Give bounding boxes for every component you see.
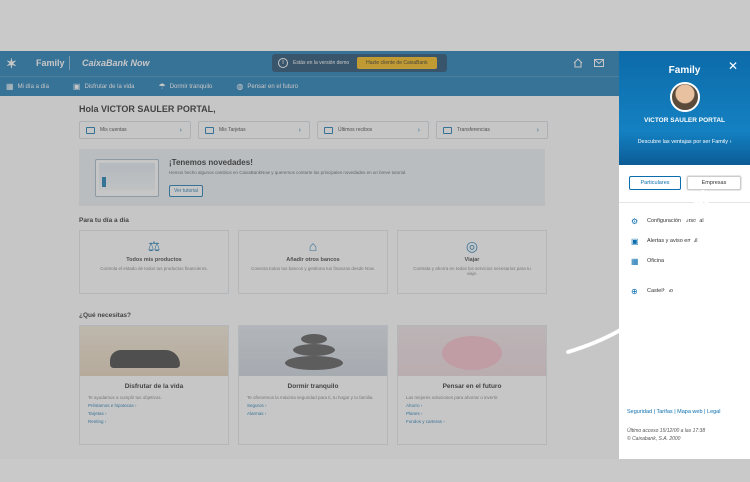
app-frame: ✶ Family CaixaBank Now i Estás en la ver… (0, 51, 750, 459)
close-icon[interactable]: ✕ (728, 59, 738, 73)
family-benefits-label: Descubre las ventajas por ser Family (637, 139, 729, 145)
menu-item-label: Alertas y aviso email (647, 238, 698, 244)
menu-item-label: Configuración personal (647, 218, 704, 224)
building-icon: ▦ (631, 256, 639, 266)
gear-icon: ⚙ (631, 216, 639, 226)
profile-switcher: Particulares Empresas (619, 165, 750, 190)
particulares-button[interactable]: Particulares (629, 176, 681, 190)
side-panel: Family ✕ VICTOR SAULER PORTAL Descubre l… (619, 51, 750, 459)
user-name: VICTOR SAULER PORTAL (643, 117, 725, 124)
menu-item-label: Oficina (647, 258, 665, 264)
empresas-button[interactable]: Empresas (687, 176, 741, 190)
menu-item-alerts[interactable]: ▣ Alertas y aviso email (631, 231, 750, 251)
copyright: © Caixabank, S.A. 2000 (627, 436, 681, 442)
footer-links[interactable]: Seguridad | Tarifas | Mapa web | Legal (627, 409, 720, 415)
bell-icon: ▣ (631, 236, 639, 246)
panel-header: Family ✕ VICTOR SAULER PORTAL Descubre l… (619, 51, 750, 165)
modal-overlay[interactable] (0, 51, 619, 459)
menu-item-language[interactable]: ⊕ Castellano (631, 281, 750, 301)
menu-item-office[interactable]: ▦ Oficina (631, 251, 750, 271)
footer-info: Último acceso 15/12/00 a las 17:38 © Cai… (627, 427, 705, 443)
avatar (669, 82, 700, 112)
main-app: ✶ Family CaixaBank Now i Estás en la ver… (0, 51, 619, 459)
menu-item-label: Castellano (647, 288, 673, 294)
menu-item-config[interactable]: ⚙ Configuración personal (631, 211, 750, 231)
globe-icon: ⊕ (631, 286, 638, 296)
last-access: Último acceso 15/12/00 a las 17:38 (627, 428, 706, 434)
panel-menu: ⚙ Configuración personal ▣ Alertas y aviso… (619, 203, 750, 301)
family-benefits-link[interactable]: Descubre las ventajas por ser Family › (619, 138, 750, 147)
